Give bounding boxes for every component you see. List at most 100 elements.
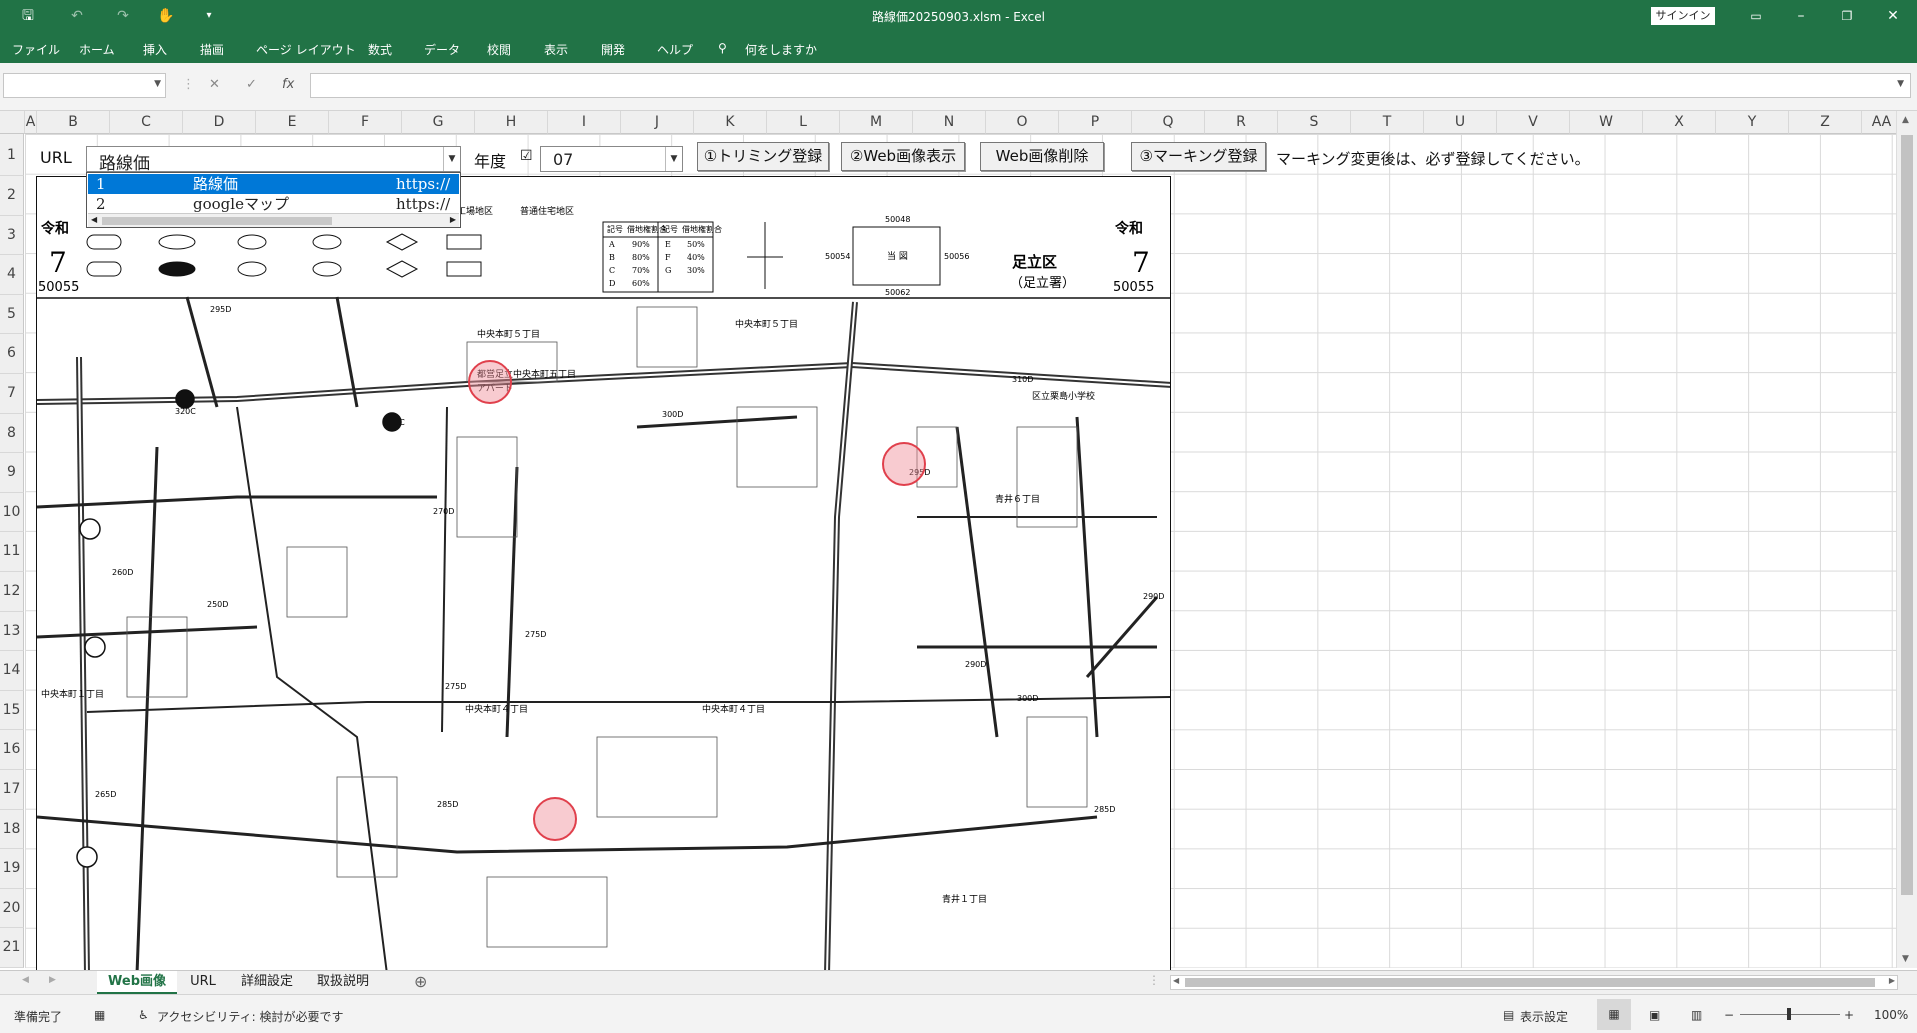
tab-file[interactable]: ファイル: [12, 41, 60, 58]
marking-circle[interactable]: [882, 442, 926, 486]
normal-view-icon[interactable]: ▦: [1597, 999, 1631, 1030]
expand-formula-icon[interactable]: ▼: [1897, 79, 1904, 89]
column-header[interactable]: M: [840, 111, 913, 134]
zoom-slider-thumb[interactable]: [1787, 1008, 1791, 1020]
column-header[interactable]: V: [1497, 111, 1570, 134]
ribbon-display-icon[interactable]: ▭: [1745, 5, 1767, 27]
tab-help[interactable]: ヘルプ: [657, 41, 693, 58]
column-header[interactable]: A: [25, 111, 37, 134]
column-header[interactable]: Y: [1716, 111, 1789, 134]
scroll-left-icon[interactable]: ◀: [1173, 976, 1179, 985]
dropdown-hscrollbar[interactable]: ◀ ▶: [88, 213, 459, 227]
marking-circle[interactable]: [533, 797, 577, 841]
sheet-tab-instructions[interactable]: 取扱説明: [307, 971, 379, 994]
cancel-icon[interactable]: ✕: [209, 77, 220, 92]
row-header[interactable]: 9: [0, 453, 24, 493]
column-header[interactable]: L: [767, 111, 840, 134]
scroll-right-icon[interactable]: ▶: [450, 215, 456, 224]
row-header[interactable]: 21: [0, 928, 24, 968]
row-header[interactable]: 13: [0, 611, 24, 652]
column-header[interactable]: U: [1424, 111, 1497, 134]
dropdown-item[interactable]: 1 路線価 https://: [88, 174, 459, 194]
column-header[interactable]: D: [183, 111, 256, 134]
scroll-up-icon[interactable]: ▲: [1902, 115, 1909, 125]
tab-draw[interactable]: 描画: [200, 41, 224, 58]
page-break-view-icon[interactable]: ▥: [1691, 1008, 1702, 1022]
column-header[interactable]: Z: [1789, 111, 1862, 134]
scroll-right-icon[interactable]: ▶: [1889, 976, 1895, 985]
row-header[interactable]: 6: [0, 334, 24, 374]
row-header[interactable]: 8: [0, 413, 24, 454]
row-header[interactable]: 3: [0, 215, 24, 256]
row-header[interactable]: 19: [0, 849, 24, 889]
horizontal-scrollbar[interactable]: ◀ ▶: [1170, 975, 1898, 990]
column-header[interactable]: J: [621, 111, 694, 134]
zoom-in-icon[interactable]: +: [1844, 1008, 1854, 1022]
row-header[interactable]: 14: [0, 651, 24, 691]
web-image-show-button[interactable]: ②Web画像表示: [841, 142, 965, 171]
zoom-level[interactable]: 100%: [1874, 1008, 1908, 1022]
tab-formulas[interactable]: 数式: [368, 41, 392, 58]
formula-input[interactable]: ▼: [310, 73, 1911, 98]
column-header[interactable]: H: [475, 111, 548, 134]
signin-button[interactable]: サインイン: [1651, 7, 1715, 25]
row-header[interactable]: 5: [0, 294, 24, 335]
column-header[interactable]: S: [1278, 111, 1351, 134]
row-header[interactable]: 12: [0, 572, 24, 612]
row-header[interactable]: 20: [0, 888, 24, 929]
tab-page-layout[interactable]: ページ レイアウト: [256, 41, 356, 58]
column-header[interactable]: W: [1570, 111, 1643, 134]
tab-home[interactable]: ホーム: [79, 41, 115, 58]
chevron-down-icon[interactable]: ▼: [154, 79, 161, 89]
row-header[interactable]: 10: [0, 492, 24, 533]
tab-insert[interactable]: 挿入: [143, 41, 167, 58]
column-header[interactable]: O: [986, 111, 1059, 134]
row-header[interactable]: 11: [0, 532, 24, 572]
row-header[interactable]: 16: [0, 730, 24, 770]
scroll-down-icon[interactable]: ▼: [1902, 954, 1909, 964]
column-header[interactable]: E: [256, 111, 329, 134]
prev-sheet-icon[interactable]: ◀: [22, 975, 29, 985]
accessibility-status[interactable]: アクセシビリティ: 検討が必要です: [157, 1008, 344, 1025]
marking-circle[interactable]: [468, 360, 512, 404]
enter-icon[interactable]: ✓: [246, 77, 257, 92]
url-dropdown-list[interactable]: 1 路線価 https:// 2 googleマップ https:// ◀ ▶: [86, 172, 461, 228]
sheet-tab-web-image[interactable]: Web画像: [97, 971, 177, 994]
column-header[interactable]: N: [913, 111, 986, 134]
insert-function-icon[interactable]: fx: [282, 77, 294, 92]
add-sheet-icon[interactable]: ⊕: [414, 972, 427, 991]
row-header[interactable]: 7: [0, 374, 24, 414]
column-header[interactable]: Q: [1132, 111, 1205, 134]
vertical-scrollbar[interactable]: ▲ ▼: [1896, 111, 1917, 968]
column-header[interactable]: K: [694, 111, 767, 134]
column-header[interactable]: P: [1059, 111, 1132, 134]
row-header[interactable]: 2: [0, 176, 24, 216]
zoom-out-icon[interactable]: −: [1724, 1008, 1734, 1022]
column-header[interactable]: I: [548, 111, 621, 134]
name-box[interactable]: ▼: [3, 73, 166, 98]
tab-review[interactable]: 校閲: [487, 41, 511, 58]
dropdown-scroll-thumb[interactable]: [102, 217, 332, 225]
column-header[interactable]: F: [329, 111, 402, 134]
row-header[interactable]: 17: [0, 770, 24, 810]
page-layout-view-icon[interactable]: ▣: [1649, 1008, 1660, 1022]
sheet-tab-settings[interactable]: 詳細設定: [231, 971, 303, 994]
chevron-down-icon[interactable]: ▼: [665, 147, 682, 171]
url-combo[interactable]: 路線価 ▼: [86, 146, 461, 174]
column-header[interactable]: G: [402, 111, 475, 134]
tab-data[interactable]: データ: [424, 41, 460, 58]
web-image-delete-button[interactable]: Web画像削除: [980, 142, 1104, 171]
trim-register-button[interactable]: ①トリミング登録: [697, 142, 829, 171]
column-header[interactable]: R: [1205, 111, 1278, 134]
tell-me-box[interactable]: 何をしますか: [745, 41, 817, 58]
scroll-left-icon[interactable]: ◀: [91, 215, 97, 224]
dropdown-item[interactable]: 2 googleマップ https://: [88, 194, 459, 214]
accessibility-icon[interactable]: ♿: [138, 1008, 149, 1022]
vertical-scroll-thumb[interactable]: [1901, 135, 1913, 895]
route-price-map-image[interactable]: 令和 7 50055 令和 7 50055 足立区 （足立署） 工場地区 普通住…: [36, 176, 1171, 973]
row-header[interactable]: 18: [0, 809, 24, 850]
maximize-icon[interactable]: ❐: [1836, 5, 1858, 27]
next-sheet-icon[interactable]: ▶: [49, 975, 56, 985]
column-header[interactable]: C: [110, 111, 183, 134]
row-header[interactable]: 1: [0, 134, 24, 176]
